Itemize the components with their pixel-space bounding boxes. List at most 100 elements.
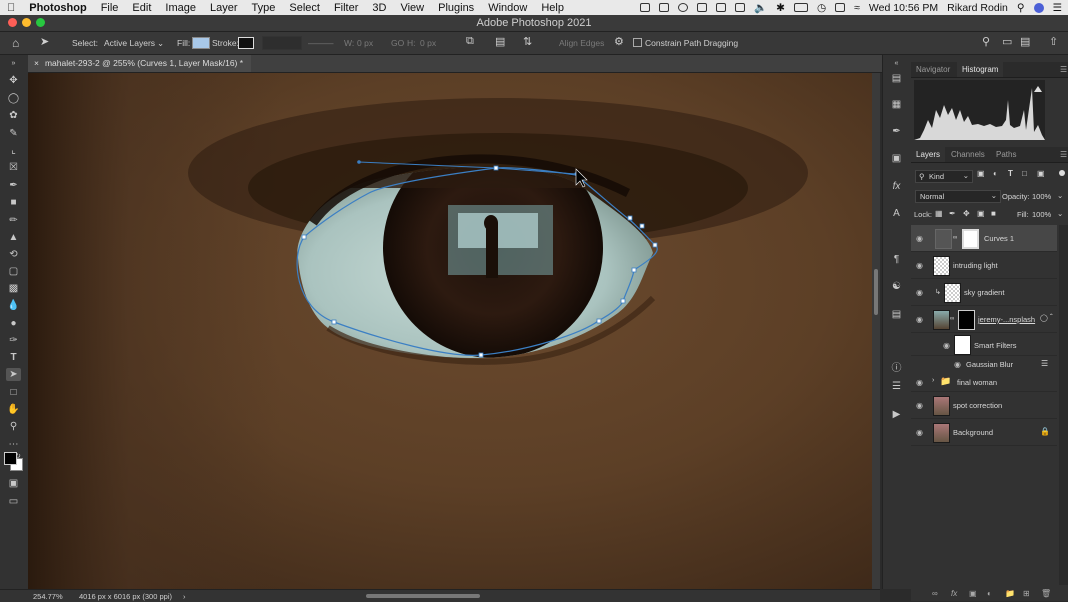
camera-icon[interactable] bbox=[659, 3, 670, 12]
healing-brush-tool-icon[interactable]: ■ bbox=[6, 196, 21, 209]
brush-tool-icon[interactable]: ✏ bbox=[6, 214, 21, 227]
screen-mode-icon[interactable]: ▭ bbox=[6, 495, 21, 508]
tab-paths[interactable]: Paths bbox=[991, 147, 1021, 162]
filter-type-icon[interactable]: T bbox=[1008, 169, 1013, 178]
select-dropdown[interactable]: Active Layers bbox=[104, 38, 155, 48]
libraries-panel-icon[interactable]: ▣ bbox=[890, 152, 903, 165]
add-mask-icon[interactable]: ▣ bbox=[969, 589, 977, 598]
visibility-eye-icon[interactable]: ◉ bbox=[916, 234, 923, 243]
brush-settings-icon[interactable]: ✒ bbox=[890, 125, 903, 138]
path-selection-tool-icon[interactable]: ➤ bbox=[40, 35, 49, 48]
menu-plugins[interactable]: Plugins bbox=[431, 2, 481, 14]
layer-row-smart-filters[interactable]: ◉ Smart Filters bbox=[911, 333, 1057, 356]
visibility-eye-icon[interactable]: ◉ bbox=[916, 378, 923, 387]
properties-panel-icon[interactable]: ▤ bbox=[890, 308, 903, 321]
visibility-eye-icon[interactable]: ◉ bbox=[916, 261, 923, 270]
collapse-toolbar-icon[interactable]: » bbox=[6, 57, 21, 70]
layer-row-spot-correction[interactable]: ◉ spot correction bbox=[911, 392, 1057, 419]
filter-adjustment-icon[interactable]: ◐ bbox=[993, 169, 998, 178]
menu-file[interactable]: File bbox=[94, 2, 126, 14]
lock-position-icon[interactable]: ✥ bbox=[963, 209, 970, 218]
stroke-color-swatch[interactable] bbox=[238, 37, 254, 49]
panel-menu-icon[interactable]: ☰ bbox=[1055, 62, 1068, 77]
swatches-panel-icon[interactable]: ▦ bbox=[890, 98, 903, 111]
path-operations-icon[interactable]: ⧉ bbox=[466, 35, 474, 48]
airplay-icon[interactable] bbox=[835, 3, 846, 12]
filter-toggle[interactable] bbox=[1059, 170, 1065, 176]
layer-row-gaussian-blur[interactable]: ◉ Gaussian Blur ☰ bbox=[911, 356, 1057, 372]
frame-tool-icon[interactable]: ☒ bbox=[6, 161, 21, 174]
layout-icon[interactable]: ▤ bbox=[1020, 35, 1030, 48]
layer-row-jeremy-unsplash[interactable]: ◉ ∞ jeremy-...nsplash ◯ ˆ bbox=[911, 306, 1057, 333]
horizontal-scrollbar[interactable] bbox=[366, 594, 480, 598]
visibility-eye-icon[interactable]: ◉ bbox=[916, 288, 923, 297]
character-panel-icon[interactable]: A bbox=[890, 207, 903, 220]
smart-filter-icon[interactable]: ◯ bbox=[1040, 314, 1048, 322]
tab-histogram[interactable]: Histogram bbox=[957, 62, 1004, 77]
layer-row-background[interactable]: ◉ Background 🔒 bbox=[911, 419, 1057, 446]
lock-transparent-icon[interactable]: ▦ bbox=[935, 209, 943, 218]
chevron-right-icon[interactable]: › bbox=[932, 377, 934, 384]
actions-play-icon[interactable]: ▶ bbox=[890, 408, 903, 421]
blend-mode-dropdown[interactable]: Normal ⌄ bbox=[915, 190, 1001, 203]
zoom-level[interactable]: 254.77% bbox=[33, 592, 63, 601]
menubar-datetime[interactable]: Wed 10:56 PM bbox=[869, 2, 938, 14]
search-icon[interactable]: ⚲ bbox=[1017, 2, 1025, 14]
fx-panel-icon[interactable]: fx bbox=[890, 180, 903, 193]
smart-filter-mask-thumbnail[interactable] bbox=[954, 335, 971, 355]
trash-icon[interactable]: 🗑 bbox=[1041, 589, 1051, 598]
menu-edit[interactable]: Edit bbox=[125, 2, 158, 14]
lock-artboard-icon[interactable]: ▣ bbox=[977, 209, 985, 218]
bookmark-icon[interactable] bbox=[735, 3, 746, 12]
link-icon[interactable]: GO bbox=[391, 38, 404, 48]
history-brush-tool-icon[interactable]: ⟲ bbox=[6, 248, 21, 261]
tab-navigator[interactable]: Navigator bbox=[911, 62, 955, 77]
collapse-panels-icon[interactable]: « bbox=[890, 57, 903, 70]
settings-sliders-icon[interactable]: ☰ bbox=[890, 380, 903, 393]
lock-pixels-icon[interactable]: ✒ bbox=[949, 209, 956, 218]
eyedropper-tool-icon[interactable]: ✒ bbox=[6, 179, 21, 192]
tab-channels[interactable]: Channels bbox=[946, 147, 990, 162]
document-canvas[interactable] bbox=[28, 73, 872, 589]
close-icon[interactable]: × bbox=[34, 58, 39, 68]
search-icon[interactable]: ⚲ bbox=[982, 35, 990, 48]
filter-smart-object-icon[interactable]: ▣ bbox=[1037, 169, 1045, 178]
bluetooth-icon[interactable]: ✱ bbox=[776, 2, 785, 14]
tab-layers[interactable]: Layers bbox=[911, 147, 946, 162]
chevron-up-icon[interactable]: ˆ bbox=[1050, 313, 1053, 322]
eraser-tool-icon[interactable]: ▢ bbox=[6, 265, 21, 278]
chevron-down-icon[interactable]: ⌄ bbox=[1057, 191, 1063, 200]
constrain-path-dragging-checkbox[interactable]: Constrain Path Dragging bbox=[633, 38, 738, 48]
align-edges-option[interactable]: Align Edges bbox=[559, 38, 604, 48]
foreground-color-swatch[interactable] bbox=[4, 452, 17, 465]
menu-window[interactable]: Window bbox=[481, 2, 534, 14]
menu-view[interactable]: View bbox=[393, 2, 431, 14]
screen-record-icon[interactable] bbox=[640, 3, 651, 12]
vertical-scrollbar[interactable] bbox=[872, 73, 880, 589]
layer-row-sky-gradient[interactable]: ◉ ↳ sky gradient bbox=[911, 279, 1057, 306]
blur-tool-icon[interactable]: 💧 bbox=[6, 299, 21, 312]
filter-blending-options-icon[interactable]: ☰ bbox=[1041, 359, 1048, 368]
visibility-eye-icon[interactable]: ◉ bbox=[954, 360, 961, 369]
adjustments-panel-icon[interactable]: ☯ bbox=[890, 280, 903, 293]
layer-row-intruding-light[interactable]: ◉ intruding light bbox=[911, 252, 1057, 279]
creative-cloud-icon[interactable] bbox=[678, 3, 689, 12]
hand-tool-icon[interactable]: ✋ bbox=[6, 403, 21, 416]
stroke-type-dropdown[interactable]: ——— bbox=[308, 38, 334, 48]
crop-tool-icon[interactable]: ⌞ bbox=[6, 144, 21, 157]
visibility-eye-icon[interactable]: ◉ bbox=[943, 341, 950, 350]
clone-stamp-tool-icon[interactable]: ▲ bbox=[6, 231, 21, 244]
gradient-tool-icon[interactable]: ▩ bbox=[6, 282, 21, 295]
display-icon[interactable] bbox=[697, 3, 708, 12]
siri-icon[interactable] bbox=[1033, 2, 1044, 13]
quick-mask-icon[interactable]: ▣ bbox=[6, 477, 21, 490]
filter-shape-icon[interactable]: □ bbox=[1022, 169, 1027, 178]
panel-menu-icon[interactable]: ☰ bbox=[1055, 147, 1068, 162]
menu-select[interactable]: Select bbox=[282, 2, 327, 14]
chevron-right-icon[interactable]: › bbox=[183, 592, 186, 601]
menubar-user[interactable]: Rikard Rodin bbox=[947, 2, 1008, 14]
visibility-eye-icon[interactable]: ◉ bbox=[916, 401, 923, 410]
pen-tool-icon[interactable]: ✑ bbox=[6, 334, 21, 347]
chevron-down-icon[interactable]: ⌄ bbox=[1057, 209, 1063, 218]
info-panel-icon[interactable]: ⓘ bbox=[890, 362, 903, 375]
